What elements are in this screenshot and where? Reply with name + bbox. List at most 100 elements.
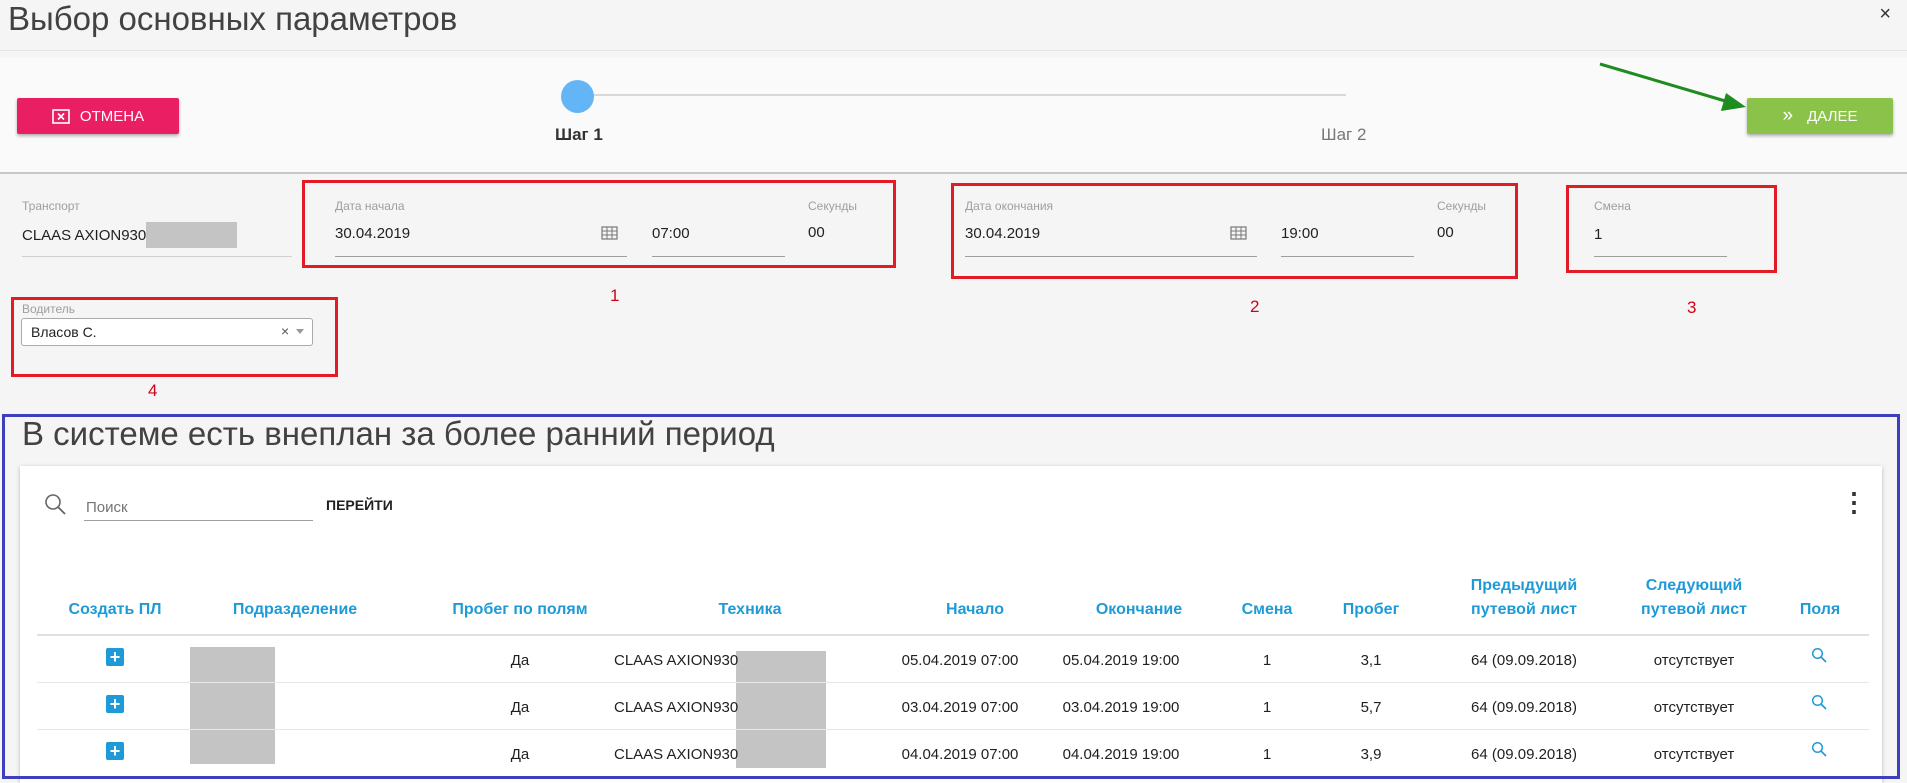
- step-2-label[interactable]: Шаг 2: [1321, 125, 1366, 145]
- row2-end: 03.04.2019 19:00: [1062, 699, 1180, 716]
- cancel-label: ОТМЕНА: [79, 107, 145, 125]
- chevron-down-icon[interactable]: [296, 329, 304, 334]
- col-header-create[interactable]: Создать ПЛ: [55, 598, 175, 622]
- driver-value: Власов С.: [31, 324, 97, 340]
- driver-label: Водитель: [22, 302, 76, 316]
- cancel-icon: [52, 108, 70, 124]
- row3-shift: 1: [1262, 746, 1272, 763]
- col-header-start[interactable]: Начало: [915, 598, 1035, 622]
- row1-shift: 1: [1262, 652, 1272, 669]
- search-input[interactable]: [84, 494, 313, 521]
- end-date-input[interactable]: 30.04.2019: [965, 225, 1040, 242]
- start-time-input[interactable]: 07:00: [652, 225, 690, 242]
- annotation-box-1: [302, 180, 896, 268]
- search-icon[interactable]: [1811, 647, 1827, 668]
- search-icon[interactable]: [1811, 741, 1827, 762]
- row2-prev[interactable]: 64 (09.09.2018): [1449, 699, 1599, 716]
- stepper-current-dot[interactable]: [561, 80, 594, 113]
- row1-mileage: 3,1: [1360, 652, 1382, 669]
- title-divider: [0, 50, 1907, 51]
- row1-end: 05.04.2019 19:00: [1062, 652, 1180, 669]
- end-seconds-label: Секунды: [1437, 199, 1486, 213]
- shift-underline: [1594, 256, 1727, 257]
- start-date-label: Дата начала: [335, 199, 405, 213]
- transport-value: CLAAS AXION930: [22, 227, 147, 244]
- annotation-number-3: 3: [1687, 298, 1697, 317]
- row1-machine: CLAAS AXION930: [614, 652, 739, 669]
- row3-start: 04.04.2019 07:00: [901, 746, 1019, 763]
- col-header-fields[interactable]: Поля: [1790, 598, 1850, 622]
- row3-machine: CLAAS AXION930: [614, 746, 739, 763]
- row2-machine: CLAAS AXION930: [614, 699, 739, 716]
- row3-end: 04.04.2019 19:00: [1062, 746, 1180, 763]
- transport-underline: [22, 256, 292, 257]
- redacted-division: [190, 647, 275, 764]
- start-time-underline: [652, 256, 785, 257]
- row3-next: отсутствует: [1653, 746, 1735, 763]
- redacted-machine-id: [736, 651, 826, 768]
- annotation-number-1: 1: [610, 286, 620, 305]
- row1-start: 05.04.2019 07:00: [901, 652, 1019, 669]
- clear-icon[interactable]: ×: [281, 323, 289, 339]
- row2-fields-mileage: Да: [510, 699, 530, 716]
- stepper-track: [578, 94, 1346, 96]
- row2-mileage: 5,7: [1360, 699, 1382, 716]
- transport-label: Транспорт: [22, 199, 80, 213]
- cancel-button[interactable]: ОТМЕНА: [17, 98, 179, 134]
- step-1-label[interactable]: Шаг 1: [555, 125, 603, 145]
- col-header-end[interactable]: Окончание: [1074, 598, 1204, 622]
- start-date-underline: [335, 256, 627, 257]
- close-icon[interactable]: ×: [1879, 4, 1891, 24]
- row-divider: [37, 729, 1869, 730]
- row-divider: [37, 682, 1869, 683]
- end-time-underline: [1281, 256, 1414, 257]
- col-header-division[interactable]: Подразделение: [215, 598, 375, 622]
- annotation-box-section: [2, 414, 1900, 779]
- end-seconds-value[interactable]: 00: [1437, 224, 1454, 241]
- row1-prev[interactable]: 64 (09.09.2018): [1449, 652, 1599, 669]
- col-header-shift[interactable]: Смена: [1227, 598, 1307, 622]
- row1-fields-mileage: Да: [510, 652, 530, 669]
- calendar-icon[interactable]: [601, 226, 618, 245]
- row3-fields-mileage: Да: [510, 746, 530, 763]
- go-button[interactable]: ПЕРЕЙТИ: [326, 497, 393, 513]
- row2-start: 03.04.2019 07:00: [901, 699, 1019, 716]
- end-date-underline: [965, 256, 1257, 257]
- add-row-button[interactable]: +: [106, 695, 124, 713]
- col-header-fields-mileage[interactable]: Пробег по полям: [420, 598, 620, 622]
- start-date-input[interactable]: 30.04.2019: [335, 225, 410, 242]
- row2-next: отсутствует: [1653, 699, 1735, 716]
- annotation-number-2: 2: [1250, 297, 1260, 316]
- header-divider: [37, 634, 1869, 636]
- add-row-button[interactable]: +: [106, 648, 124, 666]
- col-header-prev-line1[interactable]: Предыдущий: [1449, 574, 1599, 598]
- shift-input[interactable]: 1: [1594, 226, 1602, 243]
- end-date-label: Дата окончания: [965, 199, 1054, 213]
- search-icon[interactable]: [44, 493, 66, 520]
- row3-mileage: 3,9: [1360, 746, 1382, 763]
- annotation-arrow: [1599, 62, 1746, 111]
- start-seconds-value[interactable]: 00: [808, 224, 825, 241]
- col-header-mileage[interactable]: Пробег: [1331, 598, 1411, 622]
- annotation-number-4: 4: [148, 381, 158, 400]
- next-label: ДАЛЕЕ: [1807, 107, 1858, 125]
- double-chevron-right-icon: »: [1782, 105, 1794, 126]
- shift-label: Смена: [1594, 199, 1631, 213]
- section-title: В системе есть внеплан за более ранний п…: [22, 415, 775, 452]
- col-header-prev-line2[interactable]: путевой лист: [1449, 598, 1599, 622]
- search-icon[interactable]: [1811, 694, 1827, 715]
- more-options-icon[interactable]: ⋮: [1841, 489, 1867, 515]
- dialog-title: Выбор основных параметров: [8, 0, 458, 37]
- col-header-next-line2[interactable]: путевой лист: [1619, 598, 1769, 622]
- row3-prev[interactable]: 64 (09.09.2018): [1449, 746, 1599, 763]
- redacted-block: [146, 222, 237, 248]
- calendar-icon[interactable]: [1230, 226, 1247, 245]
- end-time-input[interactable]: 19:00: [1281, 225, 1319, 242]
- col-header-machine[interactable]: Техника: [690, 598, 810, 622]
- col-header-next-line1[interactable]: Следующий: [1619, 574, 1769, 598]
- start-seconds-label: Секунды: [808, 199, 857, 213]
- next-button[interactable]: » ДАЛЕЕ: [1747, 98, 1893, 134]
- row1-next: отсутствует: [1653, 652, 1735, 669]
- add-row-button[interactable]: +: [106, 742, 124, 760]
- row2-shift: 1: [1262, 699, 1272, 716]
